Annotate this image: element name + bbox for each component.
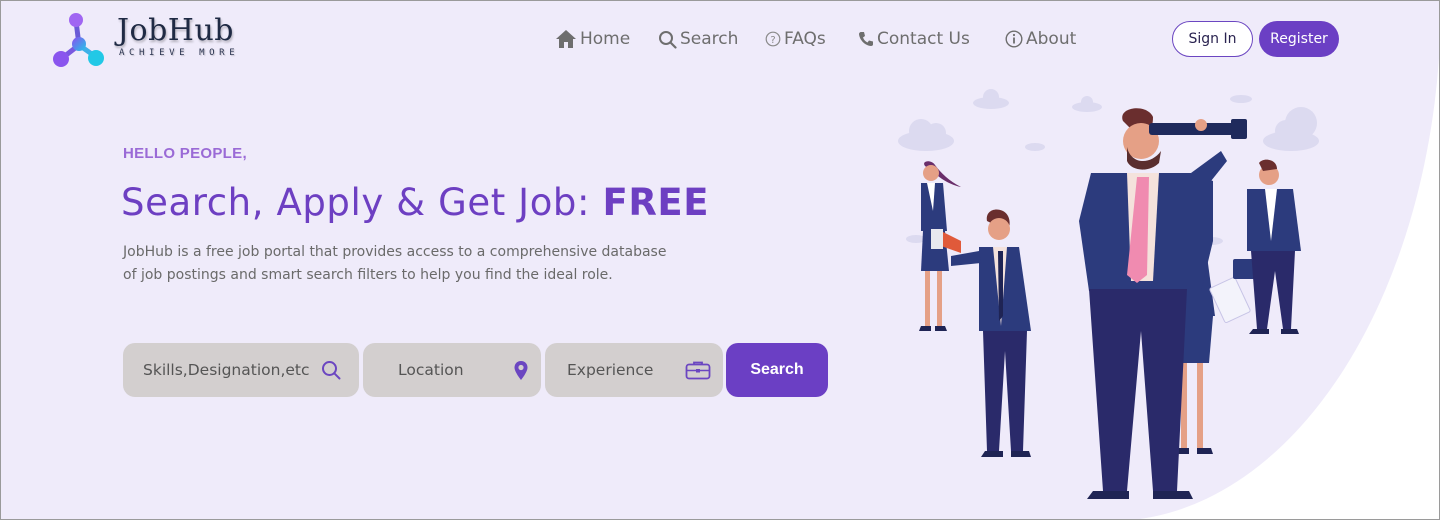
job-seekers-illustration <box>898 89 1319 499</box>
brand-tagline: ACHIEVE MORE <box>119 48 240 58</box>
hero-description-line: of job postings and smart search filters… <box>123 267 613 283</box>
nav-item-search-label: Search <box>680 29 739 49</box>
nav-item-home-label: Home <box>580 29 631 49</box>
hero-headline-text: Search, Apply & Get Job: <box>121 181 603 224</box>
hero-eyebrow: HELLO PEOPLE, <box>123 145 247 162</box>
sign-in-button[interactable]: Sign In <box>1172 21 1253 57</box>
search-icon <box>659 30 677 49</box>
nav-item-contact[interactable]: Contact Us <box>858 29 970 49</box>
nav-item-home[interactable]: Home <box>555 29 630 49</box>
briefcase-icon <box>685 361 711 380</box>
experience-field[interactable] <box>545 343 723 397</box>
search-button[interactable]: Search <box>726 343 828 397</box>
man-with-megaphone-figure <box>931 209 1031 457</box>
skills-input[interactable] <box>143 361 311 379</box>
brand-name: JobHub <box>117 13 234 48</box>
question-circle-icon: ? <box>765 31 781 47</box>
hero-description-line: JobHub is a free job portal that provide… <box>123 244 667 260</box>
svg-text:?: ? <box>770 35 775 46</box>
nav-item-about[interactable]: About <box>1005 29 1076 49</box>
search-icon <box>322 361 341 380</box>
location-pin-icon <box>514 361 528 380</box>
page: JobHub ACHIEVE MORE Home Search ? FAQs C… <box>0 0 1440 520</box>
hero-headline-emphasis: FREE <box>602 181 710 224</box>
nav-item-search[interactable]: Search <box>658 29 738 49</box>
home-icon <box>556 30 576 48</box>
molecule-logo-icon <box>53 13 104 67</box>
nav-item-contact-label: Contact Us <box>877 29 970 49</box>
nav-item-faqs-label: FAQs <box>784 29 826 49</box>
nav-item-about-label: About <box>1026 29 1077 49</box>
info-circle-icon <box>1005 30 1023 48</box>
register-button[interactable]: Register <box>1259 21 1339 57</box>
experience-input[interactable] <box>567 361 687 379</box>
location-input[interactable] <box>398 361 508 379</box>
hero-description: JobHub is a free job portal that provide… <box>123 241 683 287</box>
nav-item-faqs[interactable]: ? FAQs <box>765 29 826 49</box>
phone-icon <box>859 32 873 46</box>
skills-field[interactable] <box>123 343 359 397</box>
hero-headline: Search, Apply & Get Job: FREE <box>121 181 709 224</box>
brand-logo[interactable]: JobHub ACHIEVE MORE <box>51 11 251 71</box>
location-field[interactable] <box>363 343 541 397</box>
